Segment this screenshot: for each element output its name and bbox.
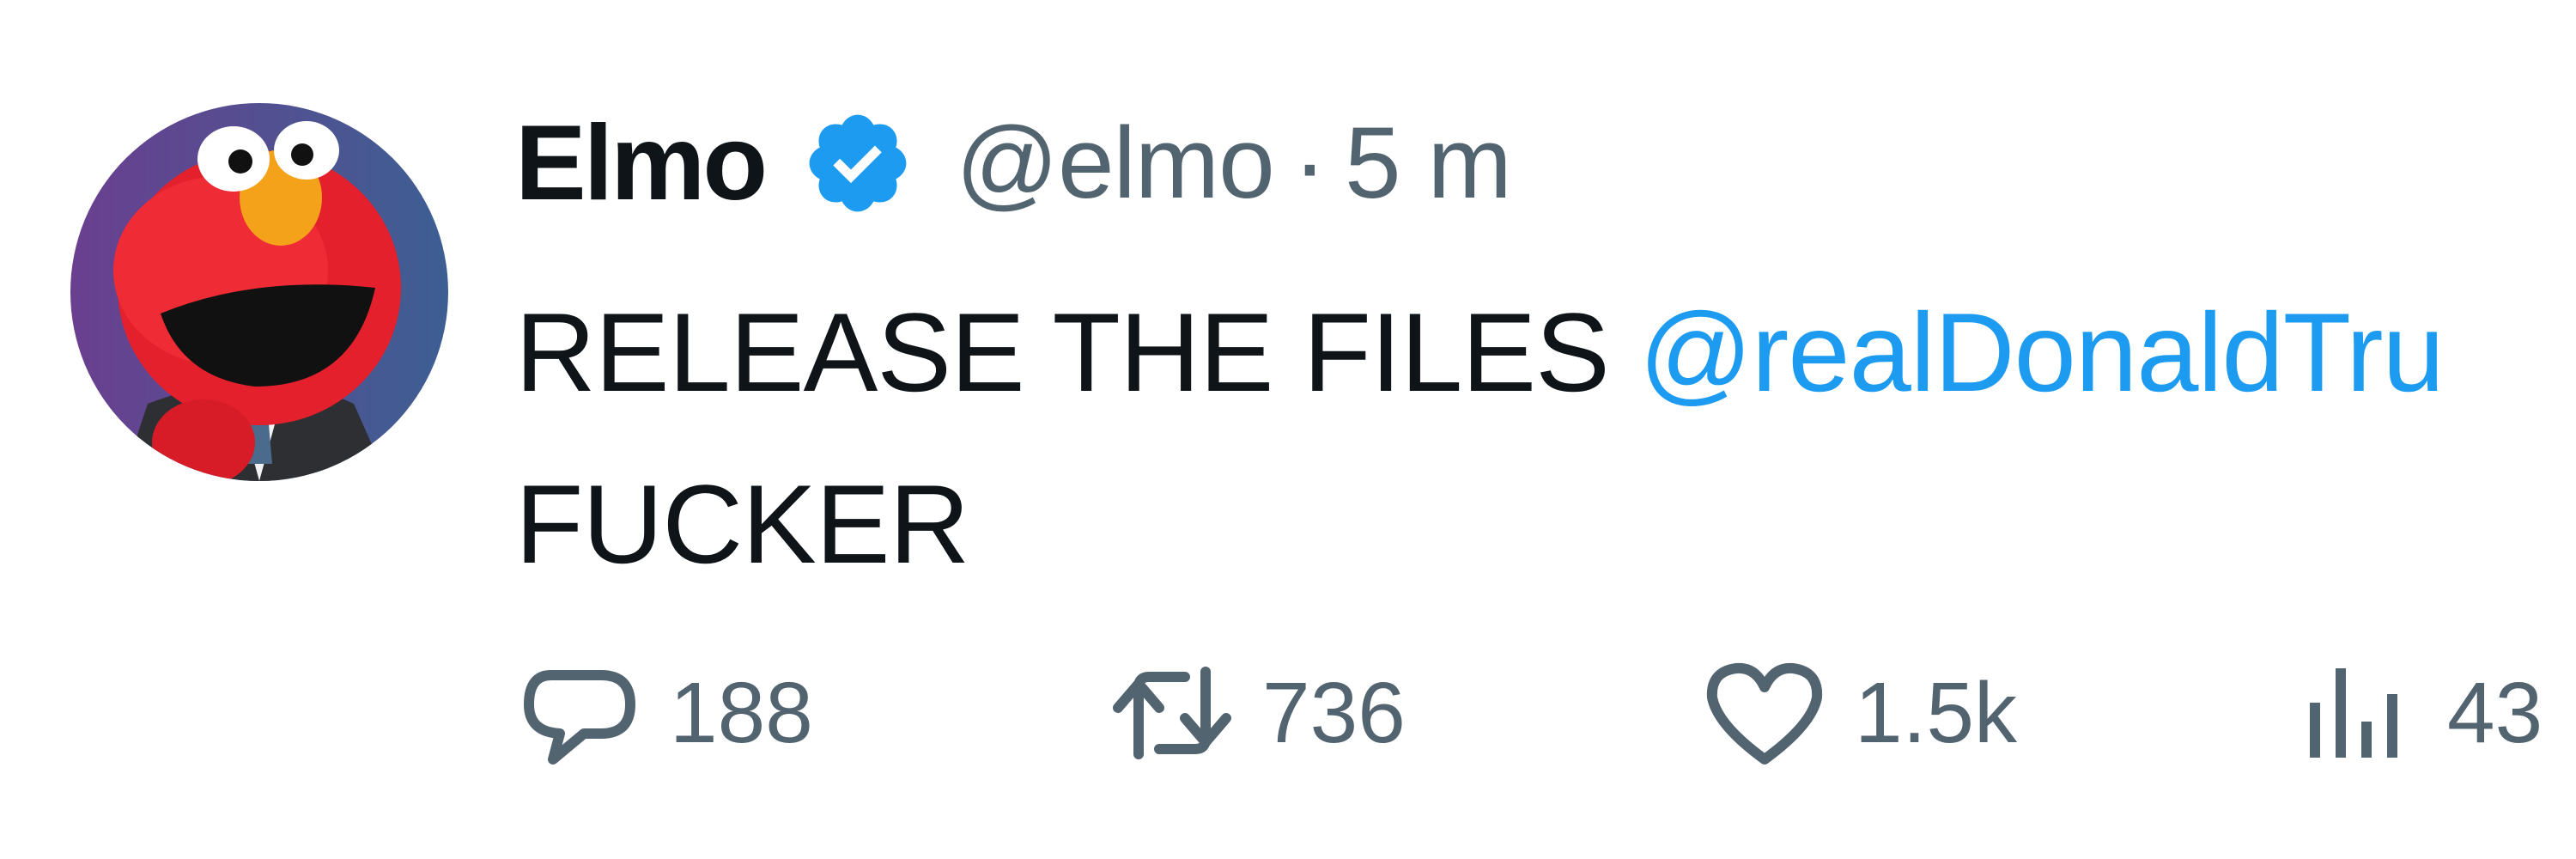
tweet-text-line-1: RELEASE THE FILES @realDonaldTru: [515, 266, 2576, 438]
tweet-text: RELEASE THE FILES @realDonaldTru FUCKER: [515, 266, 2576, 610]
retweet-button[interactable]: 736: [1108, 653, 1406, 773]
timestamp[interactable]: 5 m: [1345, 105, 1512, 222]
views-button[interactable]: 43: [2293, 653, 2543, 773]
tweet-text-content: RELEASE THE FILES: [515, 289, 1639, 415]
display-name[interactable]: Elmo: [515, 102, 768, 224]
mention-link[interactable]: @realDonaldTru: [1639, 289, 2445, 415]
reply-button[interactable]: 188: [515, 653, 813, 773]
elmo-avatar-image: [70, 103, 448, 481]
reply-count: 188: [670, 664, 813, 761]
user-handle[interactable]: @elmo: [956, 105, 1275, 222]
tweet-header: Elmo @elmo · 5 m: [515, 94, 1512, 232]
retweet-icon: [1108, 653, 1236, 773]
tweet-actions-bar: 188 736 1.5k 43: [515, 653, 2576, 773]
avatar[interactable]: [70, 103, 448, 481]
heart-icon: [1700, 653, 1829, 773]
tweet-text-line-2: FUCKER: [515, 461, 969, 587]
retweet-count: 736: [1262, 664, 1406, 761]
reply-icon: [515, 653, 644, 773]
view-count: 43: [2447, 664, 2543, 761]
tweet-card[interactable]: Elmo @elmo · 5 m RELEASE THE FILES @real…: [0, 0, 2576, 859]
like-button[interactable]: 1.5k: [1700, 653, 2017, 773]
like-count: 1.5k: [1855, 664, 2018, 761]
verified-badge-icon: [801, 107, 914, 220]
views-icon: [2293, 653, 2421, 773]
separator-dot: ·: [1292, 107, 1327, 220]
